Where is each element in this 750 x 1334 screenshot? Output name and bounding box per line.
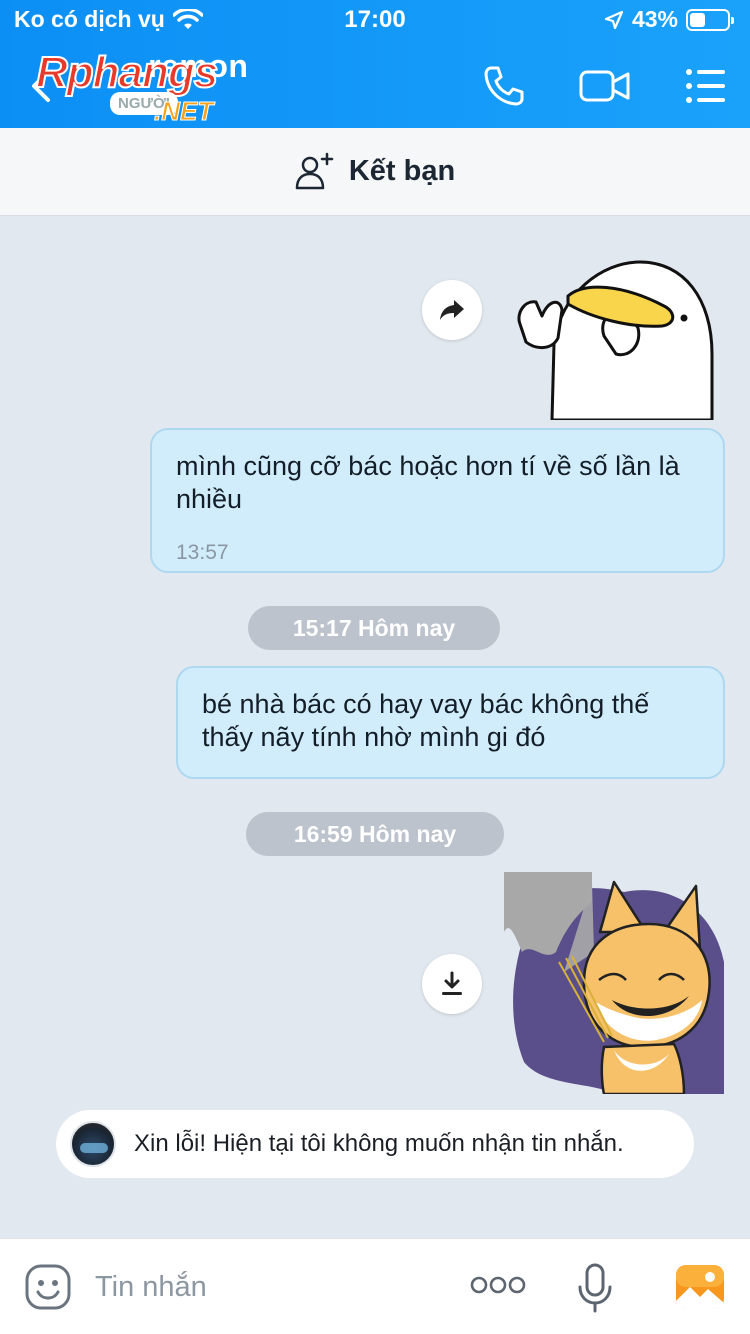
message-bubble-outgoing[interactable]: mình cũng cỡ bác hoặc hơn tí về số lần l…: [150, 428, 725, 573]
more-options-icon[interactable]: [470, 1275, 526, 1295]
emoji-sticker-icon[interactable]: [24, 1263, 72, 1311]
avatar[interactable]: [70, 1121, 116, 1167]
ghost-sticker[interactable]: [512, 254, 722, 420]
chat-header: Ko có dịch vụ 17:00 43% ...remon Rphangs…: [0, 0, 750, 128]
auto-reply-banner: Xin lỗi! Hiện tại tôi không muốn nhận ti…: [56, 1110, 694, 1178]
auto-reply-text: Xin lỗi! Hiện tại tôi không muốn nhận ti…: [134, 1130, 624, 1157]
location-arrow-icon: [604, 10, 624, 29]
watermark-suffix: .NET: [153, 96, 214, 127]
watermark-logo: Rphangs NGƯỜI .NET: [35, 47, 266, 128]
battery-percent: 43%: [631, 6, 678, 32]
date-separator: 16:59 Hôm nay: [246, 812, 504, 856]
watermark-main: Rphangs: [35, 47, 219, 98]
forward-button[interactable]: [422, 280, 482, 340]
message-text: bé nhà bác có hay vay bác không thế thấy…: [202, 689, 650, 752]
fox-sticker[interactable]: [504, 872, 724, 1094]
add-friend-icon: [295, 152, 334, 189]
battery-fill: [690, 12, 706, 27]
menu-list-icon[interactable]: [684, 64, 728, 108]
add-friend-bar[interactable]: Kết bạn: [0, 128, 750, 216]
phone-call-icon[interactable]: [482, 64, 526, 108]
microphone-icon[interactable]: [577, 1263, 613, 1313]
date-separator: 15:17 Hôm nay: [248, 606, 500, 650]
message-bubble-outgoing[interactable]: bé nhà bác có hay vay bác không thế thấy…: [176, 666, 725, 779]
message-text: mình cũng cỡ bác hoặc hơn tí về số lần l…: [176, 451, 680, 514]
forward-arrow-icon: [440, 300, 464, 320]
status-right: 43%: [604, 6, 734, 33]
download-icon: [442, 971, 462, 995]
add-friend-label: Kết bạn: [348, 155, 456, 187]
battery-icon: [686, 8, 734, 31]
message-input[interactable]: Tin nhắn: [95, 1271, 207, 1304]
message-composer: Tin nhắn: [0, 1238, 750, 1334]
message-time: 13:57: [176, 541, 229, 564]
download-button[interactable]: [422, 954, 482, 1014]
photo-gallery-icon[interactable]: [674, 1263, 726, 1311]
video-call-icon[interactable]: [578, 64, 632, 108]
